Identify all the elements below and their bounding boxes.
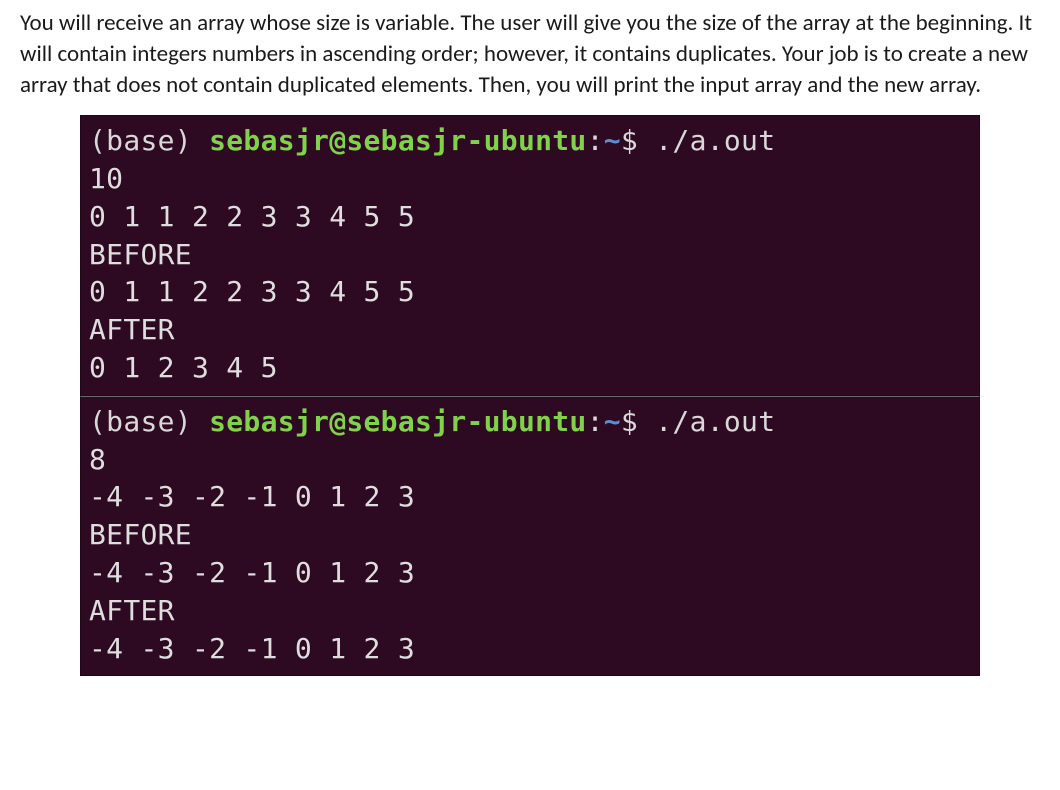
prompt-command: ./a.out [655, 405, 775, 438]
terminal-run-2: (base) sebasjr@sebasjr-ubuntu:~$ ./a.out… [80, 396, 980, 677]
run2-before-line: -4 -3 -2 -1 0 1 2 3 [89, 556, 415, 589]
run2-size: 8 [89, 443, 106, 476]
run1-after-label: AFTER [89, 313, 175, 346]
prompt-dollar: $ [621, 405, 655, 438]
prompt-base: (base) [89, 124, 209, 157]
prompt-user-host: sebasjr@sebasjr-ubuntu [209, 124, 586, 157]
run2-after-line: -4 -3 -2 -1 0 1 2 3 [89, 632, 415, 665]
run2-input-line: -4 -3 -2 -1 0 1 2 3 [89, 480, 415, 513]
run1-size: 10 [89, 162, 123, 195]
terminal-container: (base) sebasjr@sebasjr-ubuntu:~$ ./a.out… [20, 115, 1040, 676]
run1-after-line: 0 1 2 3 4 5 [89, 351, 278, 384]
prompt-cwd: ~ [604, 405, 621, 438]
run2-before-label: BEFORE [89, 518, 192, 551]
prompt-user-host: sebasjr@sebasjr-ubuntu [209, 405, 586, 438]
prompt-sep: : [587, 124, 604, 157]
page: You will receive an array whose size is … [0, 0, 1060, 790]
run1-input-line: 0 1 1 2 2 3 3 4 5 5 [89, 200, 415, 233]
prompt-cwd: ~ [604, 124, 621, 157]
run2-after-label: AFTER [89, 594, 175, 627]
prompt-dollar: $ [621, 124, 655, 157]
prompt-base: (base) [89, 405, 209, 438]
terminal-run-1: (base) sebasjr@sebasjr-ubuntu:~$ ./a.out… [80, 115, 980, 396]
run1-before-line: 0 1 1 2 2 3 3 4 5 5 [89, 275, 415, 308]
problem-statement: You will receive an array whose size is … [20, 8, 1040, 101]
prompt-command: ./a.out [655, 124, 775, 157]
run1-before-label: BEFORE [89, 238, 192, 271]
prompt-sep: : [587, 405, 604, 438]
